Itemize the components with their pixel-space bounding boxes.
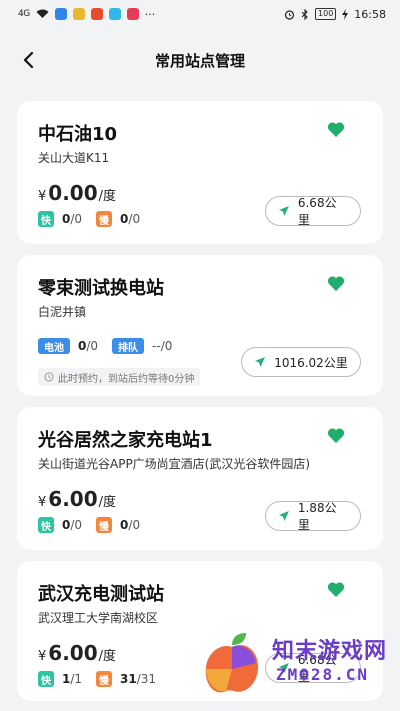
- slow-available: 31: [120, 672, 137, 686]
- fast-available: 1: [62, 672, 71, 686]
- price-value: 6.00: [48, 641, 98, 665]
- bluetooth-icon: [301, 8, 308, 20]
- battery-available: 0: [78, 339, 87, 353]
- wifi-icon: [36, 9, 49, 18]
- slow-total: /0: [128, 518, 141, 532]
- fast-available: 0: [62, 518, 71, 532]
- price: ¥ 6.00 /度: [38, 641, 116, 665]
- station-name: 零束测试换电站: [38, 278, 164, 299]
- charger-stats: 快 0 /0 慢 0 /0: [38, 517, 154, 533]
- back-button[interactable]: [14, 46, 42, 74]
- status-right: 100 16:58: [284, 8, 386, 21]
- heart-icon[interactable]: [327, 427, 345, 444]
- slow-charger-stat: 慢 31 /31: [96, 671, 156, 687]
- price-value: 0.00: [48, 181, 98, 205]
- app-notification-icon: [108, 8, 121, 20]
- status-left: 4G ···: [18, 8, 155, 21]
- price-value: 6.00: [48, 487, 98, 511]
- currency-symbol: ¥: [38, 495, 47, 510]
- slow-total: /0: [128, 212, 141, 226]
- heart-icon[interactable]: [327, 581, 345, 598]
- slow-charger-stat: 慢 0 /0: [96, 517, 140, 533]
- heart-icon[interactable]: [327, 121, 345, 138]
- navigate-button[interactable]: 6.68公里: [265, 196, 361, 227]
- currency-symbol: ¥: [38, 189, 47, 204]
- fast-tag: 快: [38, 517, 54, 533]
- currency-symbol: ¥: [38, 649, 47, 664]
- reservation-notice: 此时预约，到站后约等待0分钟: [38, 368, 201, 386]
- battery-total: /0: [86, 339, 99, 353]
- app-notification-icon: [126, 8, 139, 20]
- navigation-arrow-icon: [278, 206, 289, 216]
- distance-label: 6.68公里: [297, 196, 337, 227]
- slow-charger-stat: 慢 0 /0: [96, 211, 140, 227]
- app-notification-icon: [54, 8, 67, 20]
- notice-text: 此时预约，到站后约等待0分钟: [58, 373, 195, 385]
- station-address: 关山街道光谷APP广场尚宜酒店(武汉光谷软件园店): [38, 457, 311, 471]
- fast-total: /1: [70, 672, 83, 686]
- slow-available: 0: [120, 518, 129, 532]
- station-name: 武汉充电测试站: [38, 584, 164, 605]
- alarm-icon: [284, 9, 295, 20]
- battery-tag: 电池: [38, 338, 70, 354]
- fast-charger-stat: 快 0 /0: [38, 211, 82, 227]
- distance-label: 1016.02公里: [274, 355, 348, 370]
- nav-bar: 常用站点管理: [0, 28, 400, 92]
- charging-icon: [342, 8, 349, 20]
- status-bar: 4G ··· 100 16:58: [0, 0, 400, 28]
- station-address: 白泥井镇: [38, 305, 87, 319]
- price-unit: /度: [98, 189, 117, 204]
- station-card[interactable]: 中石油10 关山大道K11 ¥ 0.00 /度 快 0 /0 慢 0 /0 6.…: [17, 101, 383, 244]
- slow-total: /31: [136, 672, 157, 686]
- charger-stats: 快 0 /0 慢 0 /0: [38, 211, 154, 227]
- watermark: 知末游戏网 ZMO28.CN: [196, 629, 394, 697]
- signal-indicator: 4G: [18, 9, 30, 19]
- station-address: 关山大道K11: [38, 151, 110, 165]
- charger-stats: 快 1 /1 慢 31 /31: [38, 671, 170, 687]
- station-address: 武汉理工大学南湖校区: [38, 611, 159, 625]
- clock-icon: [44, 372, 54, 382]
- clock: 16:58: [354, 7, 386, 21]
- fast-charger-stat: 快 0 /0: [38, 517, 82, 533]
- watermark-text: 知末游戏网: [272, 639, 388, 664]
- app-notification-icon: [72, 8, 85, 20]
- fast-available: 0: [62, 212, 71, 226]
- slow-tag: 慢: [96, 671, 113, 687]
- price: ¥ 6.00 /度: [38, 487, 116, 511]
- price-unit: /度: [98, 495, 117, 510]
- fast-total: /0: [70, 518, 83, 532]
- fast-charger-stat: 快 1 /1: [38, 671, 82, 687]
- chevron-left-icon: [23, 51, 34, 69]
- station-name: 中石油10: [38, 124, 118, 145]
- heart-icon[interactable]: [327, 275, 345, 292]
- queue-stat: 排队 --/0: [112, 338, 172, 354]
- app-notification-icon: [90, 8, 103, 20]
- distance-label: 1.88公里: [297, 501, 337, 532]
- page-title: 常用站点管理: [154, 51, 245, 70]
- queue-tag: 排队: [112, 338, 145, 354]
- station-card[interactable]: 光谷居然之家充电站1 关山街道光谷APP广场尚宜酒店(武汉光谷软件园店) ¥ 6…: [17, 407, 383, 550]
- slow-available: 0: [120, 212, 129, 226]
- fast-tag: 快: [38, 671, 54, 687]
- price: ¥ 0.00 /度: [38, 181, 116, 205]
- swap-stats: 电池 0 /0 排队 --/0: [38, 338, 186, 354]
- navigate-button[interactable]: 1.88公里: [265, 501, 361, 532]
- navigation-arrow-icon: [255, 357, 266, 367]
- station-name: 光谷居然之家充电站1: [38, 430, 213, 451]
- navigate-button[interactable]: 1016.02公里: [241, 347, 361, 377]
- more-notifications: ···: [144, 7, 156, 21]
- watermark-logo-icon: [205, 633, 258, 693]
- navigation-arrow-icon: [278, 511, 289, 521]
- queue-value: --/0: [152, 339, 173, 353]
- slow-tag: 慢: [96, 211, 113, 227]
- station-card[interactable]: 零束测试换电站 白泥井镇 电池 0 /0 排队 --/0 此时预约，到站后约等待…: [17, 255, 383, 396]
- price-unit: /度: [98, 649, 117, 664]
- watermark-url: ZMO28.CN: [276, 665, 370, 684]
- battery-indicator: 100: [315, 8, 337, 20]
- fast-total: /0: [70, 212, 83, 226]
- battery-stat: 电池 0 /0: [38, 338, 98, 354]
- fast-tag: 快: [38, 211, 54, 227]
- slow-tag: 慢: [96, 517, 113, 533]
